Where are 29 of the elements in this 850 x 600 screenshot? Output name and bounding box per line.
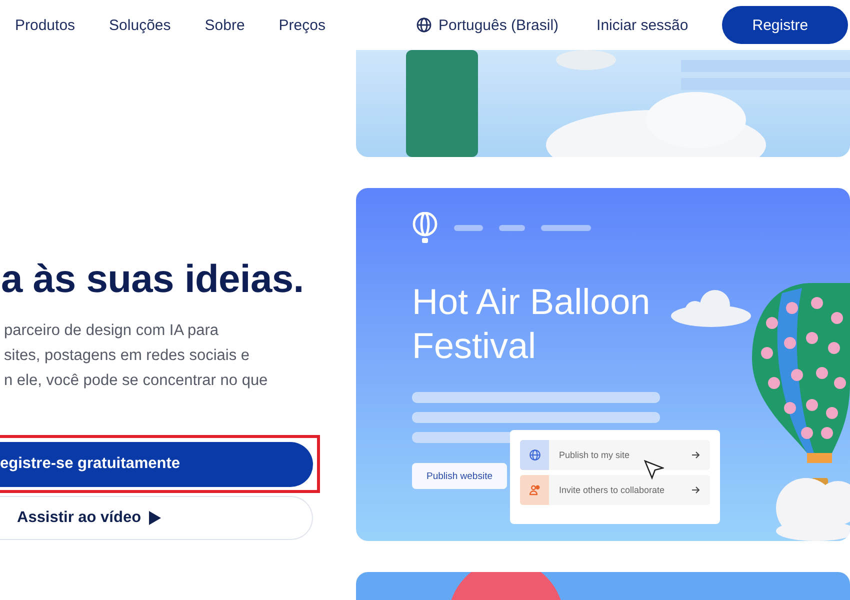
menu-option[interactable]: Publish to my site — [520, 440, 710, 470]
nav-placeholder — [499, 225, 525, 231]
login-link[interactable]: Iniciar sessão — [596, 16, 688, 34]
globe-icon — [528, 449, 540, 461]
publish-website-button[interactable]: Publish website — [412, 463, 507, 489]
language-label[interactable]: Português (Brasil) — [438, 16, 559, 34]
arrow-right-icon — [692, 486, 700, 494]
nav-link[interactable]: Sobre — [204, 16, 245, 34]
nav-link[interactable]: Preços — [278, 16, 326, 34]
play-icon — [149, 511, 162, 525]
signup-free-button[interactable]: egistre-se gratuitamente — [0, 442, 313, 486]
nav-link[interactable]: Produtos — [15, 16, 76, 34]
language-selector[interactable]: Português (Brasil) — [416, 16, 559, 34]
globe-icon — [416, 17, 432, 33]
signup-button[interactable]: Registre — [722, 6, 848, 44]
people-icon — [528, 484, 540, 496]
arrow-right-icon — [692, 451, 700, 459]
menu-option[interactable]: Invite others to collaborate — [520, 475, 710, 505]
nav-placeholder — [541, 225, 591, 231]
hero-headline: a às suas ideias. — [1, 258, 305, 302]
hero-text-line: sites, postagens em redes sociais e — [4, 346, 251, 366]
preview-title: Hot Air Balloon Festival — [412, 280, 652, 368]
nav-placeholder — [454, 225, 483, 231]
hero-text-line: parceiro de design com IA para — [4, 321, 220, 341]
balloon-logo-icon — [412, 212, 438, 244]
nav-link[interactable]: Soluções — [109, 16, 171, 34]
watch-video-button[interactable]: Assistir ao vídeo — [0, 496, 313, 540]
hero-text-line: n ele, você pode se concentrar no que — [4, 371, 269, 391]
cursor-icon — [644, 460, 664, 480]
